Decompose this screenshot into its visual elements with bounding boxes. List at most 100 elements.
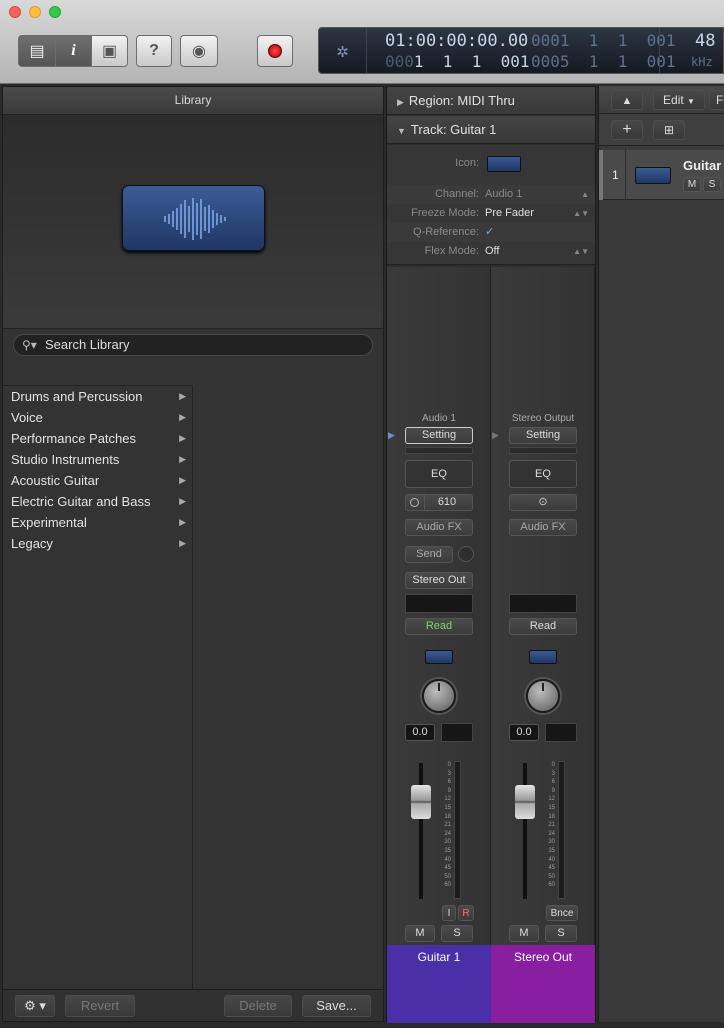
output-button[interactable]: Stereo Out [405, 572, 473, 589]
gear-menu-button[interactable]: ⚙ ▾ [15, 995, 55, 1017]
library-item-label: Performance Patches [11, 431, 137, 446]
waveform-icon [122, 185, 265, 251]
input-slot[interactable]: ⊙ [509, 494, 577, 511]
group-slot[interactable] [405, 594, 473, 613]
volume-readout[interactable]: 0.0 [509, 724, 539, 741]
pan-knob[interactable] [526, 679, 560, 713]
lcd-rate: 48 [695, 31, 716, 51]
gear-icon[interactable]: ✲ [319, 28, 367, 73]
param-channel-row[interactable]: Channel: Audio 1 ▲ [387, 185, 595, 204]
zoom-window-button[interactable] [49, 6, 61, 18]
library-item-label: Electric Guitar and Bass [11, 494, 151, 509]
edit-menu[interactable]: Edit ▼ [653, 90, 705, 110]
channel-name[interactable]: Guitar 1 [387, 945, 491, 1023]
revert-button[interactable]: Revert [65, 995, 135, 1017]
folder-stack-button[interactable]: ⊞ [653, 120, 685, 140]
volume-fader[interactable] [411, 785, 431, 819]
library-item-label: Drums and Percussion [11, 389, 143, 404]
param-value: Audio 1 [485, 188, 523, 200]
param-key: Freeze Mode: [411, 207, 479, 219]
checkbox-icon[interactable]: ✓ [485, 223, 494, 242]
meter-scale: 0 3 6 9 12 15 18 21 24 30 35 40 45 50 60 [439, 761, 451, 890]
smart-controls-button[interactable]: ◉ [180, 35, 218, 67]
add-track-button[interactable]: + [611, 120, 643, 140]
automation-button[interactable]: Read [405, 618, 473, 635]
lcd-time-top: 01:00:00:00.00 [385, 31, 529, 51]
chevron-right-icon: ▶ [179, 412, 186, 422]
track-header[interactable]: ▼ Track: Guitar 1 [387, 116, 595, 144]
track-icon[interactable] [487, 156, 521, 172]
param-freeze-row[interactable]: Freeze Mode: Pre Fader ▲▼ [387, 204, 595, 223]
save-button[interactable]: Save... [302, 995, 371, 1017]
chevron-right-icon: ▶ [179, 517, 186, 527]
param-key: Flex Mode: [424, 245, 479, 257]
library-item[interactable]: Studio Instruments ▶ [3, 449, 192, 470]
param-value: Off [485, 245, 500, 257]
eq-button[interactable]: EQ [405, 460, 473, 488]
track-header-row[interactable]: 1 Guitar M S [599, 150, 724, 200]
meter-scale-tick: 45 [548, 865, 555, 872]
library-footer: ⚙ ▾ Revert Delete Save... [3, 989, 383, 1021]
record-button[interactable] [257, 35, 293, 67]
mute-button[interactable]: M [405, 925, 435, 942]
up-arrow-button[interactable]: ▲ [611, 90, 643, 110]
pan-knob[interactable] [422, 679, 456, 713]
library-item[interactable]: Voice ▶ [3, 407, 192, 428]
param-icon-row: Icon: [387, 154, 595, 173]
inspector-toggle-button[interactable]: i [55, 35, 92, 67]
library-item[interactable]: Legacy ▶ [3, 533, 192, 554]
lcd-display[interactable]: ✲ 01:00:00:00.00 0001 1 1 001 0001 1 1 0… [318, 27, 724, 74]
edit-menu-label: Edit [663, 93, 684, 107]
record-enable-button[interactable]: R [458, 905, 474, 921]
library-search-input[interactable]: ⚲▾ Search Library [13, 334, 373, 356]
solo-button[interactable]: S [441, 925, 473, 942]
audio-fx-button[interactable]: Audio FX [509, 519, 577, 536]
param-flex-row[interactable]: Flex Mode: Off ▲▼ [387, 242, 595, 261]
group-slot[interactable] [509, 594, 577, 613]
library-item[interactable]: Acoustic Guitar ▶ [3, 470, 192, 491]
chevron-right-icon: ▶ [179, 496, 186, 506]
library-item[interactable]: Electric Guitar and Bass ▶ [3, 491, 192, 512]
quick-help-button[interactable]: ? [136, 35, 172, 67]
audio-fx-button[interactable]: Audio FX [405, 519, 473, 536]
chevron-down-icon: ▼ [687, 97, 695, 106]
volume-fader[interactable] [515, 785, 535, 819]
meter-scale-tick: 40 [444, 856, 451, 863]
meter-scale-tick: 50 [444, 873, 451, 880]
automation-button[interactable]: Read [509, 618, 577, 635]
meter-scale-tick: 15 [548, 804, 555, 811]
mute-button[interactable]: M [509, 925, 539, 942]
setting-button[interactable]: Setting [405, 427, 473, 444]
input-monitor-button[interactable]: I [442, 905, 456, 921]
meter-scale-tick: 12 [444, 796, 451, 803]
channel-name[interactable]: Stereo Out [491, 945, 595, 1023]
editors-toggle-button[interactable]: ▣ [91, 35, 128, 67]
minimize-window-button[interactable] [29, 6, 41, 18]
functions-menu[interactable]: F [709, 90, 724, 110]
send-button[interactable]: Send [405, 546, 453, 563]
track-name[interactable]: Guitar [683, 158, 721, 173]
eq-button[interactable]: EQ [509, 460, 577, 488]
library-toggle-button[interactable]: ▤ [18, 35, 56, 67]
library-item[interactable]: Drums and Percussion ▶ [3, 386, 192, 407]
region-header[interactable]: ▶ Region: MIDI Thru [387, 87, 595, 115]
delete-button[interactable]: Delete [224, 995, 292, 1017]
param-qref-row[interactable]: Q-Reference: ✓ [387, 223, 595, 242]
lcd-time-bottom: 1 1 1 001 [413, 52, 530, 71]
channel-strip-audio1: Audio 1 ▶ Setting EQ 610 Audio FX Send S… [387, 267, 491, 1023]
channel-strip-stereo-output: Stereo Output ▶ Setting EQ ⊙ Audio FX Re… [491, 267, 595, 1023]
disclosure-right-icon: ▶ [397, 97, 404, 107]
bounce-button[interactable]: Bnce [546, 905, 578, 921]
library-item[interactable]: Experimental ▶ [3, 512, 192, 533]
param-key: Q-Reference: [412, 226, 479, 238]
setting-button[interactable]: Setting [509, 427, 577, 444]
volume-readout[interactable]: 0.0 [405, 724, 435, 741]
input-slot[interactable]: 610 [405, 494, 473, 511]
send-knob[interactable] [458, 546, 474, 562]
track-mute-button[interactable]: M [683, 177, 701, 192]
close-window-button[interactable] [9, 6, 21, 18]
library-item[interactable]: Performance Patches ▶ [3, 428, 192, 449]
solo-button[interactable]: S [545, 925, 577, 942]
level-meter [558, 761, 565, 899]
track-solo-button[interactable]: S [703, 177, 721, 192]
